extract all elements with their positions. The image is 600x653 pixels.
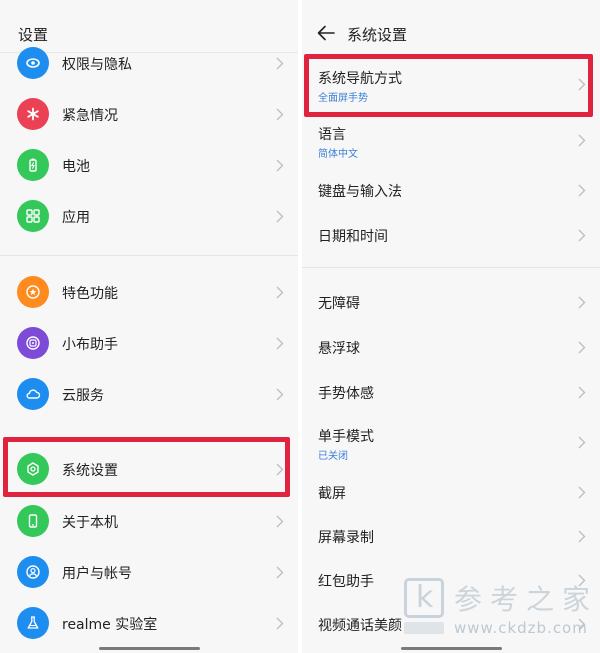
setting-label: 语言 [318, 127, 346, 143]
settings-item-privacy[interactable]: 权限与隐私 [0, 39, 298, 90]
watermark-title: 参考之家 [454, 583, 599, 616]
chevron-right-icon [276, 617, 284, 630]
flask-icon [17, 607, 49, 639]
setting-accessibility[interactable]: 无障碍 [302, 280, 600, 324]
setting-label: 悬浮球 [318, 341, 360, 357]
settings-item-label: 紧急情况 [62, 108, 118, 124]
star-icon [17, 276, 49, 308]
settings-item-cloud[interactable]: 云服务 [0, 370, 298, 421]
setting-label: 视频通话美颜 [318, 618, 402, 634]
chevron-right-icon [578, 386, 586, 399]
setting-label: 键盘与输入法 [318, 184, 402, 200]
gesture-bar[interactable] [99, 647, 200, 650]
chevron-right-icon [578, 134, 586, 147]
chevron-right-icon [276, 159, 284, 172]
battery-icon [17, 149, 49, 181]
user-icon [17, 556, 49, 588]
settings-item-label: 电池 [62, 159, 90, 175]
settings-item-accounts[interactable]: 用户与帐号 [0, 548, 298, 599]
settings-item-about[interactable]: 关于本机 [0, 497, 298, 548]
setting-floating-ball[interactable]: 悬浮球 [302, 325, 600, 369]
settings-item-label: 特色功能 [62, 286, 118, 302]
chevron-right-icon [276, 566, 284, 579]
setting-label: 单手模式 [318, 429, 374, 445]
settings-item-assistant[interactable]: 小布助手 [0, 319, 298, 370]
setting-label: 截屏 [318, 486, 346, 502]
settings-item-label: 云服务 [62, 388, 104, 404]
privacy-icon [17, 47, 49, 79]
settings-item-label: 权限与隐私 [62, 57, 132, 73]
settings-item-emergency[interactable]: 紧急情况 [0, 90, 298, 141]
assistant-icon [17, 327, 49, 359]
setting-label: 无障碍 [318, 296, 360, 312]
settings-item-apps[interactable]: 应用 [0, 192, 298, 243]
setting-gestures[interactable]: 手势体感 [302, 370, 600, 414]
settings-item-label: 用户与帐号 [62, 566, 132, 582]
setting-screenshot[interactable]: 截屏 [302, 470, 600, 514]
chevron-right-icon [578, 296, 586, 309]
cloud-icon [17, 378, 49, 410]
chevron-right-icon [276, 515, 284, 528]
setting-language[interactable]: 语言 简体中文 [302, 112, 600, 167]
chevron-right-icon [276, 286, 284, 299]
chevron-right-icon [276, 388, 284, 401]
chevron-right-icon [578, 530, 586, 543]
setting-label: 手势体感 [318, 386, 374, 402]
settings-pane: 设置 权限与隐私 紧急情况 电池 应用 特色功能 小布助手 云服务 系统设置 关… [0, 0, 298, 653]
chevron-right-icon [276, 210, 284, 223]
settings-item-features[interactable]: 特色功能 [0, 268, 298, 319]
chevron-right-icon [578, 341, 586, 354]
setting-keyboard[interactable]: 键盘与输入法 [302, 168, 600, 212]
setting-screen-recording[interactable]: 屏幕录制 [302, 514, 600, 558]
settings-item-lab[interactable]: realme 实验室 [0, 599, 298, 650]
chevron-right-icon [276, 57, 284, 70]
watermark-bar [404, 622, 444, 634]
section-divider [302, 267, 600, 268]
settings-item-label: 应用 [62, 210, 90, 226]
chevron-right-icon [578, 229, 586, 242]
watermark-url: www.ckdzb.com [454, 619, 588, 637]
chevron-right-icon [578, 184, 586, 197]
apps-grid-icon [17, 200, 49, 232]
setting-value: 简体中文 [318, 149, 358, 160]
chevron-right-icon [578, 486, 586, 499]
setting-one-hand-mode[interactable]: 单手模式 已关闭 [302, 414, 600, 469]
watermark: k 参考之家 www.ckdzb.com [404, 574, 600, 653]
setting-label: 日期和时间 [318, 229, 388, 245]
settings-item-label: 关于本机 [62, 515, 118, 531]
system-settings-pane: 系统设置 系统导航方式 全面屏手势 语言 简体中文 键盘与输入法 日期和时间 无… [302, 0, 600, 653]
watermark-logo-icon: k [404, 578, 444, 618]
emergency-icon [17, 98, 49, 130]
setting-value: 已关闭 [318, 451, 348, 462]
page-title: 系统设置 [347, 26, 408, 44]
settings-item-battery[interactable]: 电池 [0, 141, 298, 192]
setting-label: 红包助手 [318, 574, 374, 590]
highlight-box [3, 437, 290, 497]
back-arrow-icon[interactable] [316, 24, 336, 42]
section-divider [0, 255, 298, 256]
highlight-box [304, 54, 593, 117]
chevron-right-icon [276, 108, 284, 121]
chevron-right-icon [578, 436, 586, 449]
setting-label: 屏幕录制 [318, 530, 374, 546]
settings-item-label: 小布助手 [62, 337, 118, 353]
chevron-right-icon [276, 337, 284, 350]
phone-icon [17, 505, 49, 537]
settings-item-label: realme 实验室 [62, 617, 158, 633]
setting-date-time[interactable]: 日期和时间 [302, 213, 600, 257]
